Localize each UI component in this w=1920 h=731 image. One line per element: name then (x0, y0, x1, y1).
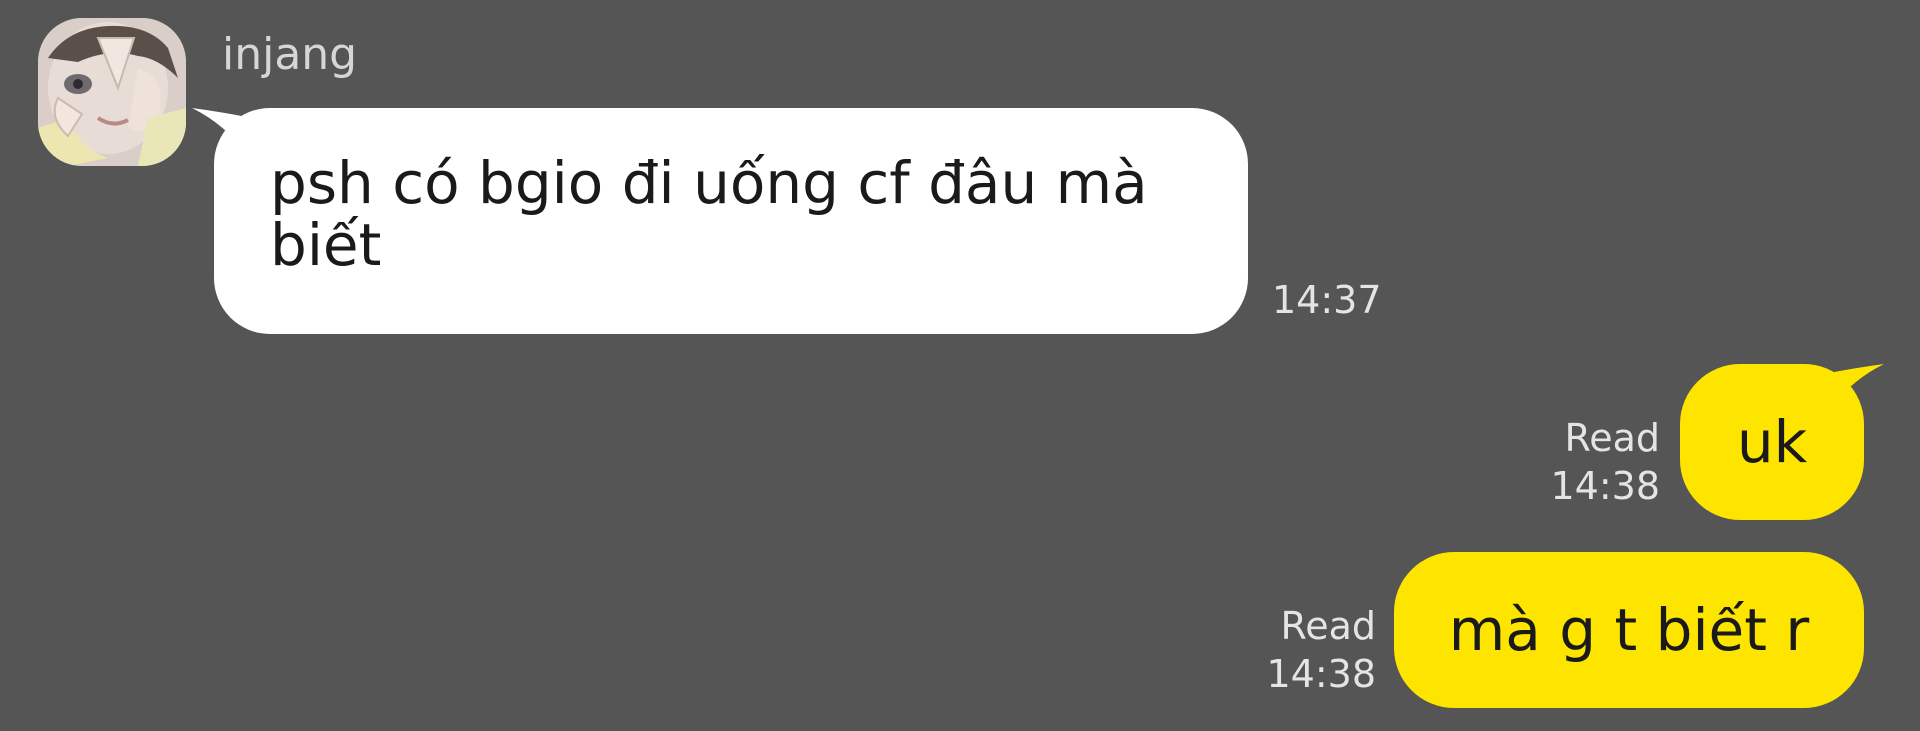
outgoing-message-bubble[interactable]: mà g t biết r (1394, 552, 1864, 708)
chat-view: injang psh có bgio đi uống cf đâu mà biế… (0, 0, 1920, 731)
message-meta: 14:37 (1272, 276, 1382, 324)
bubble-tail-icon (192, 108, 252, 164)
message-meta: Read 14:38 (1540, 414, 1660, 510)
message-text: psh có bgio đi uống cf đâu mà biết (270, 149, 1148, 279)
read-status: Read (1280, 604, 1376, 648)
bubble-tail-icon (1824, 364, 1884, 420)
message-meta: Read 14:38 (1256, 602, 1376, 698)
outgoing-message-bubble[interactable]: uk (1680, 364, 1884, 520)
message-time: 14:38 (1266, 652, 1376, 696)
message-time: 14:38 (1550, 464, 1660, 508)
message-text: uk (1736, 408, 1808, 476)
avatar-photo-icon (38, 18, 186, 166)
message-time: 14:37 (1272, 278, 1382, 322)
sender-name: injang (222, 29, 358, 80)
message-text: mà g t biết r (1448, 596, 1810, 664)
incoming-message-bubble[interactable]: psh có bgio đi uống cf đâu mà biết (192, 108, 1248, 334)
contact-avatar[interactable] (38, 18, 186, 166)
read-status: Read (1564, 416, 1660, 460)
